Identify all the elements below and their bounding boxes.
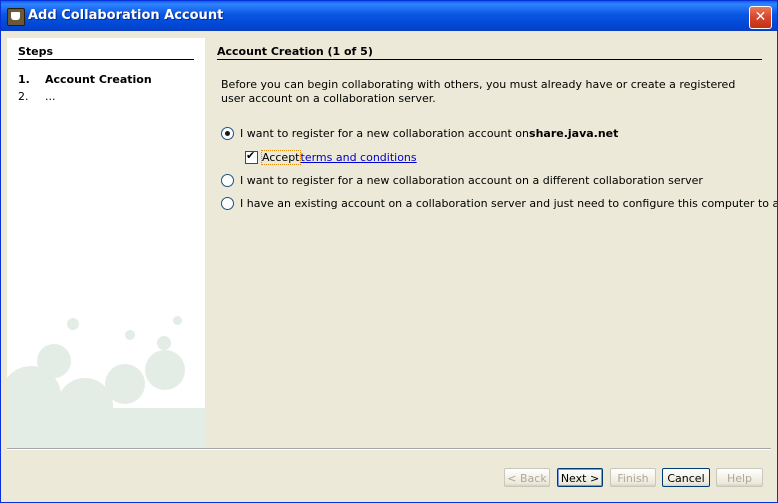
option-label: I want to register for a new collaborati… xyxy=(240,174,703,187)
checkmark-icon: ✔ xyxy=(246,149,256,162)
radio-option-share-java-net[interactable]: I want to register for a new collaborati… xyxy=(221,127,618,140)
coffee-cup-icon xyxy=(7,8,25,26)
radio-unselected-icon[interactable] xyxy=(221,174,234,187)
title-bar[interactable]: Add Collaboration Account ✕ xyxy=(1,1,777,31)
step-item-more: 2.... xyxy=(18,90,56,103)
step-label: Account Creation xyxy=(45,73,152,86)
dialog-window: Add Collaboration Account ✕ Steps 1. Acco… xyxy=(0,0,778,503)
close-button[interactable]: ✕ xyxy=(749,6,772,29)
help-button[interactable]: Help xyxy=(716,468,763,487)
radio-option-existing-account[interactable]: I have an existing account on a collabor… xyxy=(221,197,778,210)
step-label: ... xyxy=(45,90,56,103)
terms-link[interactable]: terms and conditions xyxy=(301,151,417,164)
radio-option-different-server[interactable]: I want to register for a new collaborati… xyxy=(221,174,703,187)
accept-terms-row: ✔ Accept terms and conditions xyxy=(245,149,417,165)
step-item-account-creation: 1. Account Creation xyxy=(18,73,152,86)
option-label: I want to register for a new collaborati… xyxy=(240,127,530,140)
cancel-button[interactable]: Cancel xyxy=(662,468,710,487)
decorative-bubbles xyxy=(7,308,205,448)
window-title: Add Collaboration Account xyxy=(28,8,224,23)
content-divider xyxy=(217,59,762,60)
finish-button[interactable]: Finish xyxy=(610,468,656,487)
radio-selected-icon[interactable] xyxy=(221,127,234,140)
back-button[interactable]: < Back xyxy=(504,468,550,487)
option-label: I have an existing account on a collabor… xyxy=(240,197,778,210)
accept-label[interactable]: Accept xyxy=(261,150,301,165)
steps-panel: Steps 1. Account Creation 2.... xyxy=(7,38,205,448)
radio-unselected-icon[interactable] xyxy=(221,197,234,210)
steps-title: Steps xyxy=(18,45,54,58)
step-number: 1. xyxy=(18,73,30,86)
step-number: 2. xyxy=(18,90,29,103)
steps-divider xyxy=(18,59,194,60)
intro-text: Before you can begin collaborating with … xyxy=(221,78,736,105)
content-panel: Account Creation (1 of 5) Before you can… xyxy=(205,38,777,448)
server-name: share.java.net xyxy=(529,127,619,140)
next-button[interactable]: Next > xyxy=(557,468,603,487)
accept-checkbox[interactable]: ✔ xyxy=(245,149,258,164)
bottom-divider-highlight xyxy=(7,449,771,450)
page-title: Account Creation (1 of 5) xyxy=(217,45,373,58)
